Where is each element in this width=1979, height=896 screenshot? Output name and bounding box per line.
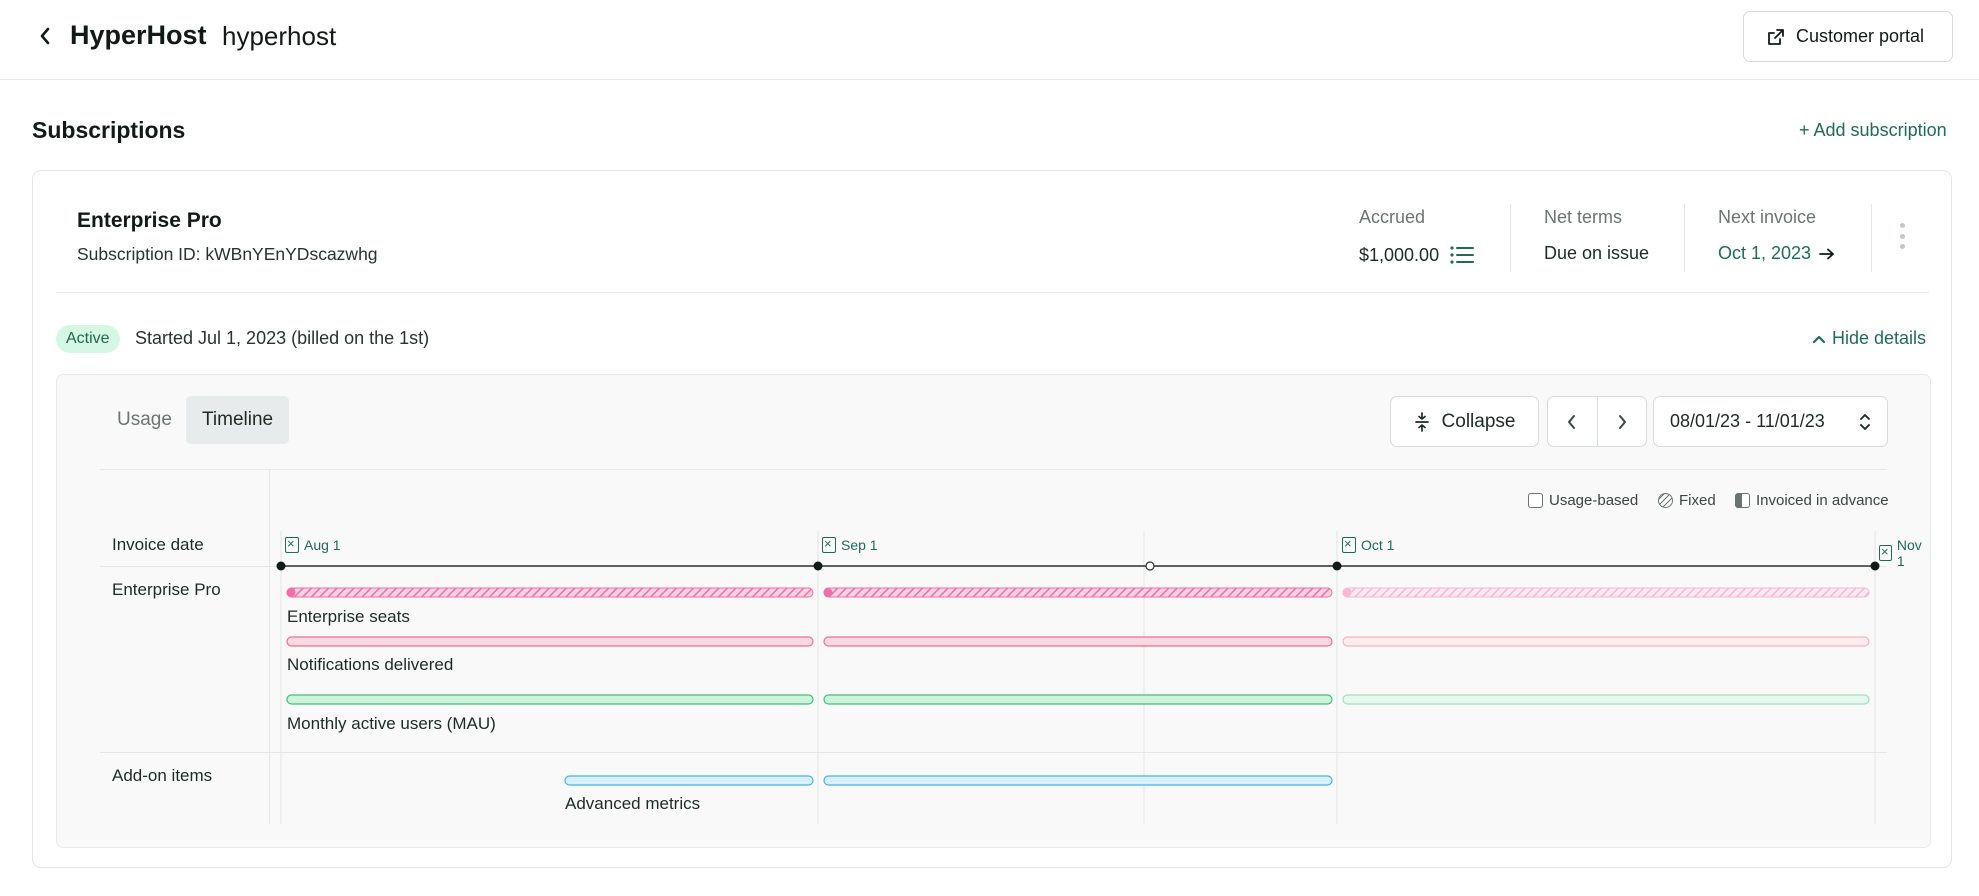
notifications-bars bbox=[286, 636, 1870, 647]
status-badge: Active bbox=[56, 325, 120, 353]
subscription-card: Enterprise Pro Subscription ID: kWBnYEnY… bbox=[32, 170, 1952, 868]
customer-portal-button[interactable]: Customer portal bbox=[1743, 11, 1953, 62]
line-item-label: Monthly active users (MAU) bbox=[287, 714, 496, 733]
arrow-right-icon bbox=[1819, 248, 1834, 259]
top-bar: HyperHost hyperhost Customer portal bbox=[0, 0, 1979, 80]
kebab-menu-icon[interactable] bbox=[1897, 223, 1907, 249]
started-text: Started Jul 1, 2023 (billed on the 1st) bbox=[135, 328, 430, 348]
net-terms-label: Net terms bbox=[1544, 207, 1623, 227]
meta-divider bbox=[1510, 204, 1511, 272]
hide-details-label: Hide details bbox=[1832, 328, 1927, 348]
mau-bars bbox=[286, 694, 1870, 705]
customer-portal-label: Customer portal bbox=[1796, 26, 1925, 46]
net-terms-value: Due on issue bbox=[1544, 243, 1650, 263]
org-name: hyperhost bbox=[222, 21, 337, 51]
enterprise-seats-bars bbox=[286, 587, 1870, 598]
chevron-up-icon bbox=[1812, 335, 1826, 343]
next-invoice-label: Next invoice bbox=[1718, 207, 1817, 227]
card-divider bbox=[56, 292, 1929, 293]
line-item-label: Enterprise seats bbox=[287, 607, 410, 626]
meta-divider bbox=[1871, 204, 1872, 272]
accrued-value-group: $1,000.00 bbox=[1359, 244, 1475, 266]
back-chevron-icon[interactable] bbox=[36, 25, 54, 47]
meta-divider bbox=[1684, 204, 1685, 272]
plan-name: Enterprise Pro bbox=[77, 209, 222, 232]
list-icon[interactable] bbox=[1449, 244, 1475, 266]
next-invoice-link[interactable]: Oct 1, 2023 bbox=[1718, 243, 1835, 264]
line-item-label: Notifications delivered bbox=[287, 655, 454, 674]
hide-details-toggle[interactable]: Hide details bbox=[1812, 328, 1926, 349]
brand-name: HyperHost bbox=[70, 20, 207, 50]
details-panel: Usage Timeline Collapse 08/01/23 - 11/01… bbox=[56, 374, 1931, 848]
next-invoice-value: Oct 1, 2023 bbox=[1718, 243, 1812, 263]
accrued-label: Accrued bbox=[1359, 207, 1426, 227]
line-item-label: Advanced metrics bbox=[565, 794, 701, 813]
accrued-value: $1,000.00 bbox=[1359, 244, 1440, 265]
subscription-id: Subscription ID: kWBnYEnYDscazwhg bbox=[77, 244, 378, 264]
advanced-metrics-bars bbox=[564, 775, 1333, 786]
section-title: Subscriptions bbox=[32, 117, 186, 143]
add-subscription-link[interactable]: + Add subscription bbox=[1799, 120, 1947, 141]
external-link-icon bbox=[1768, 28, 1784, 45]
